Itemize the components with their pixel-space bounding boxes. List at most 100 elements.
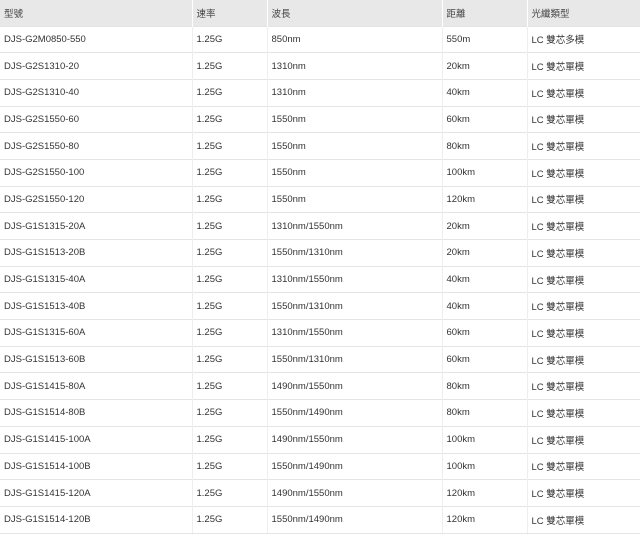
table-row: DJS-G1S1315-40A 1.25G 1310nm/1550nm 40km LC … xyxy=(0,265,640,293)
table-body: DJS-G2M0850-550 1.25G 850nm 550m LC 雙芯多模 DJS-… xyxy=(0,25,640,534)
cell-distance: 80km xyxy=(442,372,528,400)
table-row: DJS-G2S1310-40 1.25G 1310nm 40km LC 雙芯單模 xyxy=(0,78,640,107)
cell-model: DJS-G1S1514-120B xyxy=(0,505,193,534)
cell-wavelength: 1490nm/1550nm xyxy=(267,425,443,453)
cell-wavelength: 1550nm/1490nm xyxy=(267,399,443,427)
cell-distance: 40km xyxy=(442,265,528,293)
cell-distance: 550m xyxy=(442,25,528,53)
cell-distance: 100km xyxy=(442,425,528,453)
cell-model: DJS-G1S1415-120A xyxy=(0,479,193,507)
cell-wavelength: 1310nm/1550nm xyxy=(267,265,443,293)
cell-rate: 1.25G xyxy=(192,239,268,267)
cell-model: DJS-G1S1315-60A xyxy=(0,319,193,347)
table-row: DJS-G2S1550-80 1.25G 1550nm 80km LC 雙芯單模 xyxy=(0,132,640,160)
cell-model: DJS-G2S1550-120 xyxy=(0,185,193,213)
cell-wavelength: 1310nm/1550nm xyxy=(267,319,443,347)
cell-distance: 120km xyxy=(442,505,528,534)
cell-model: DJS-G2S1550-100 xyxy=(0,158,193,187)
cell-wavelength: 1550nm xyxy=(267,158,443,187)
cell-fiber-type: LC 雙芯單模 xyxy=(527,399,640,427)
column-header-fiber-type: 光纖類型 xyxy=(531,8,570,20)
cell-rate: 1.25G xyxy=(192,265,268,293)
product-spec-table: 型號 速率 波長 距離 光纖類型 DJS-G2M0850-550 1.25G 850… xyxy=(0,0,640,534)
cell-model: DJS-G1S1415-100A xyxy=(0,425,193,453)
cell-model: DJS-G2S1550-60 xyxy=(0,105,193,133)
cell-rate: 1.25G xyxy=(192,185,268,213)
column-header-rate: 速率 xyxy=(192,0,268,26)
cell-fiber-type: LC 雙芯單模 xyxy=(527,425,640,453)
cell-rate: 1.25G xyxy=(192,425,268,453)
table-row: DJS-G1S1513-40B 1.25G 1550nm/1310nm 40km LC … xyxy=(0,292,640,320)
cell-model: DJS-G1S1514-80B xyxy=(0,399,193,427)
cell-distance: 100km xyxy=(442,158,528,187)
table-row: DJS-G1S1513-20B 1.25G 1550nm/1310nm 20km LC … xyxy=(0,239,640,267)
cell-model: DJS-G2S1310-20 xyxy=(0,52,193,80)
table-row: DJS-G1S1415-80A 1.25G 1490nm/1550nm 80km LC … xyxy=(0,372,640,400)
cell-distance: 120km xyxy=(442,479,528,507)
cell-distance: 60km xyxy=(442,345,528,373)
cell-fiber-type: LC 雙芯單模 xyxy=(527,505,640,534)
cell-fiber-type: LC 雙芯單模 xyxy=(527,185,640,213)
table-row: DJS-G1S1415-120A 1.25G 1490nm/1550nm 120km L… xyxy=(0,479,640,507)
cell-model: DJS-G1S1315-20A xyxy=(0,212,193,240)
cell-wavelength: 1310nm xyxy=(267,78,443,107)
cell-fiber-type: LC 雙芯單模 xyxy=(527,158,640,187)
table-row: DJS-G1S1514-100B 1.25G 1550nm/1490nm 100km L… xyxy=(0,452,640,480)
cell-wavelength: 1550nm/1310nm xyxy=(267,239,443,267)
cell-fiber-type: LC 雙芯單模 xyxy=(527,319,640,347)
cell-distance: 60km xyxy=(442,105,528,133)
cell-rate: 1.25G xyxy=(192,372,268,400)
cell-distance: 20km xyxy=(442,52,528,80)
table-row: DJS-G1S1315-20A 1.25G 1310nm/1550nm 20km LC … xyxy=(0,212,640,240)
cell-rate: 1.25G xyxy=(192,105,268,133)
cell-fiber-type: LC 雙芯單模 xyxy=(527,372,640,400)
cell-rate: 1.25G xyxy=(192,399,268,427)
cell-model: DJS-G1S1513-40B xyxy=(0,292,193,320)
cell-rate: 1.25G xyxy=(192,212,268,240)
cell-model: DJS-G1S1513-60B xyxy=(0,345,193,373)
table-row: DJS-G2S1310-20 1.25G 1310nm 20km LC 雙芯單模 xyxy=(0,52,640,80)
table-row: DJS-G1S1514-80B 1.25G 1550nm/1490nm 80km LC … xyxy=(0,399,640,427)
cell-wavelength: 1550nm xyxy=(267,132,443,160)
cell-fiber-type: LC 雙芯單模 xyxy=(527,105,640,133)
column-header-model: 型號 xyxy=(0,0,193,26)
cell-wavelength: 1490nm/1550nm xyxy=(267,372,443,400)
cell-fiber-type: LC 雙芯單模 xyxy=(527,452,640,480)
cell-distance: 100km xyxy=(442,452,528,480)
cell-fiber-type: LC 雙芯單模 xyxy=(527,292,640,320)
cell-distance: 80km xyxy=(442,132,528,160)
cell-fiber-type: LC 雙芯單模 xyxy=(527,132,640,160)
cell-rate: 1.25G xyxy=(192,345,268,373)
table-header: 型號 速率 波長 距離 光纖類型 xyxy=(0,0,640,26)
table-row: DJS-G2M0850-550 1.25G 850nm 550m LC 雙芯多模 xyxy=(0,25,640,53)
cell-wavelength: 1550nm xyxy=(267,105,443,133)
cell-model: DJS-G1S1513-20B xyxy=(0,239,193,267)
cell-distance: 80km xyxy=(442,399,528,427)
cell-wavelength: 1550nm/1490nm xyxy=(267,505,443,534)
cell-rate: 1.25G xyxy=(192,292,268,320)
cell-distance: 120km xyxy=(442,185,528,213)
cell-wavelength: 1550nm/1490nm xyxy=(267,452,443,480)
cell-fiber-type: LC 雙芯單模 xyxy=(527,239,640,267)
cell-fiber-type: LC 雙芯單模 xyxy=(527,345,640,373)
cell-rate: 1.25G xyxy=(192,25,268,53)
cell-wavelength: 850nm xyxy=(267,25,443,53)
cell-rate: 1.25G xyxy=(192,505,268,534)
cell-distance: 40km xyxy=(442,292,528,320)
cell-fiber-type: LC 雙芯單模 xyxy=(527,78,640,107)
cell-fiber-type: LC 雙芯單模 xyxy=(527,479,640,507)
cell-model: DJS-G2S1310-40 xyxy=(0,78,193,107)
table-row: DJS-G1S1513-60B 1.25G 1550nm/1310nm 60km LC … xyxy=(0,345,640,373)
table-row: DJS-G1S1315-60A 1.25G 1310nm/1550nm 60km LC … xyxy=(0,319,640,347)
table-row: DJS-G2S1550-60 1.25G 1550nm 60km LC 雙芯單模 xyxy=(0,105,640,133)
cell-wavelength: 1550nm/1310nm xyxy=(267,345,443,373)
cell-wavelength: 1550nm/1310nm xyxy=(267,292,443,320)
cell-distance: 20km xyxy=(442,239,528,267)
cell-rate: 1.25G xyxy=(192,479,268,507)
cell-model: DJS-G2S1550-80 xyxy=(0,132,193,160)
table-row: DJS-G2S1550-120 1.25G 1550nm 120km LC 雙芯單模 xyxy=(0,185,640,213)
cell-rate: 1.25G xyxy=(192,132,268,160)
cell-rate: 1.25G xyxy=(192,78,268,107)
cell-model: DJS-G1S1415-80A xyxy=(0,372,193,400)
table-row: DJS-G1S1415-100A 1.25G 1490nm/1550nm 100km L… xyxy=(0,425,640,453)
